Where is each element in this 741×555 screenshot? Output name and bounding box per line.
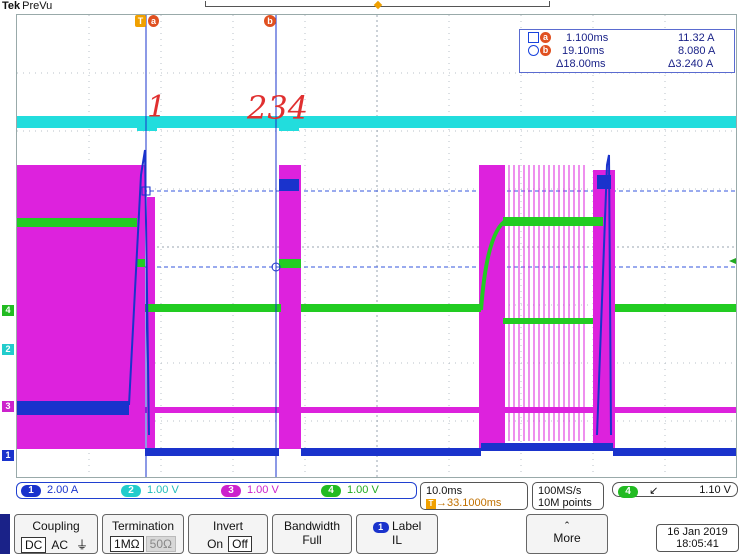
bandwidth-value: Full	[302, 533, 322, 547]
ch2-marker[interactable]: 2	[2, 344, 14, 355]
time-scale: 10.0ms	[426, 485, 463, 497]
invert-on-option[interactable]: On	[204, 537, 226, 551]
ch3-marker[interactable]: 3	[2, 401, 14, 412]
time: 18:05:41	[676, 538, 719, 550]
channel-scale-bar[interactable]: 1 2.00 A 2 1.00 V 3 1.00 V 4 1.00 V	[16, 482, 417, 499]
cursor-a-time: 1.100ms	[566, 32, 609, 44]
label-button[interactable]: 1 Label IL	[356, 514, 438, 554]
trigger-box[interactable]: 4 ↙ 1.10 V	[612, 482, 738, 498]
more-button[interactable]: ⌃ More	[526, 514, 608, 554]
record-length: 10M points	[538, 497, 592, 509]
label-title: 1 Label	[357, 519, 437, 533]
ch3-scale[interactable]: 3 1.00 V	[221, 484, 279, 497]
cursor-readout: a 1.100ms 11.32 A b 19.10ms 8.080 A Δ18.…	[519, 29, 735, 73]
invert-title: Invert	[212, 519, 243, 533]
cursor-b-top-label: b	[264, 15, 276, 27]
coupling-button[interactable]: Coupling DC AC ⏚	[14, 514, 98, 554]
cursor-delta-row: Δ18.00ms Δ3.240 A	[520, 58, 734, 72]
coupling-dc-option[interactable]: DC	[20, 537, 47, 553]
sample-rate: 100MS/s	[538, 485, 582, 497]
cursor-b-time: 19.10ms	[562, 45, 605, 57]
more-title: More	[553, 531, 581, 545]
cursor-b-row: b 19.10ms 8.080 A	[520, 45, 734, 59]
termination-button[interactable]: Termination 1MΩ 50Ω	[102, 514, 184, 554]
date-time-display: 16 Jan 2019 18:05:41	[656, 524, 739, 552]
trigger-position: T →33.1000ms	[426, 497, 522, 509]
chevron-up-icon: ⌃	[563, 520, 571, 530]
channel-menu-indicator	[0, 514, 10, 554]
termination-50-option[interactable]: 50Ω	[145, 536, 176, 552]
ch4-marker[interactable]: 4	[2, 305, 14, 316]
cursor-b-value: 8.080 A	[678, 45, 716, 57]
trigger-level: 1.10 V	[699, 484, 731, 496]
circle-cursor-icon	[528, 45, 539, 56]
trigger-level-icon	[729, 258, 736, 264]
cursor-b-badge: b	[540, 45, 551, 56]
delta-value: Δ3.240 A	[668, 58, 714, 70]
square-cursor-icon	[528, 32, 539, 43]
label-channel-icon: 1	[372, 522, 389, 533]
coupling-ac-option[interactable]: AC	[48, 538, 71, 552]
brand-label: Tek PreVu	[2, 0, 53, 12]
delta-time: Δ18.00ms	[556, 58, 606, 70]
bandwidth-title: Bandwidth	[283, 519, 341, 533]
cursor-a-top-label: Ta	[134, 15, 160, 27]
coupling-gnd-option[interactable]: ⏚	[73, 536, 91, 553]
acquisition-box[interactable]: 100MS/s 10M points	[532, 482, 604, 510]
cursor-a-badge: a	[540, 32, 551, 43]
termination-1m-option[interactable]: 1MΩ	[110, 536, 144, 552]
cursor-a-row: a 1.100ms 11.32 A	[520, 32, 734, 46]
cursor-a-value: 11.32 A	[678, 32, 715, 44]
label-value: IL	[391, 533, 402, 547]
termination-title: Termination	[111, 519, 175, 533]
date: 16 Jan 2019	[667, 526, 728, 538]
ch2-waveform	[17, 116, 736, 131]
ch4-scale[interactable]: 4 1.00 V	[321, 484, 379, 497]
trigger-channel: 4	[618, 486, 638, 498]
trigger-slope-icon: ↙	[649, 485, 659, 497]
annotation-234: 234	[246, 89, 308, 127]
ch2-scale[interactable]: 2 1.00 V	[121, 484, 179, 497]
waveform-display[interactable]: 1 234	[16, 14, 737, 478]
coupling-title: Coupling	[32, 519, 80, 533]
timebase-box[interactable]: 10.0ms T →33.1000ms	[420, 482, 528, 510]
invert-button[interactable]: Invert On Off	[188, 514, 268, 554]
ch1-marker[interactable]: 1	[2, 450, 14, 461]
invert-off-option[interactable]: Off	[228, 536, 252, 552]
trigger-t-icon: T	[426, 499, 436, 509]
ch1-scale[interactable]: 1 2.00 A	[21, 484, 78, 497]
bandwidth-button[interactable]: Bandwidth Full	[272, 514, 352, 554]
annotation-1: 1	[147, 90, 166, 125]
ch3-burst	[508, 165, 585, 441]
